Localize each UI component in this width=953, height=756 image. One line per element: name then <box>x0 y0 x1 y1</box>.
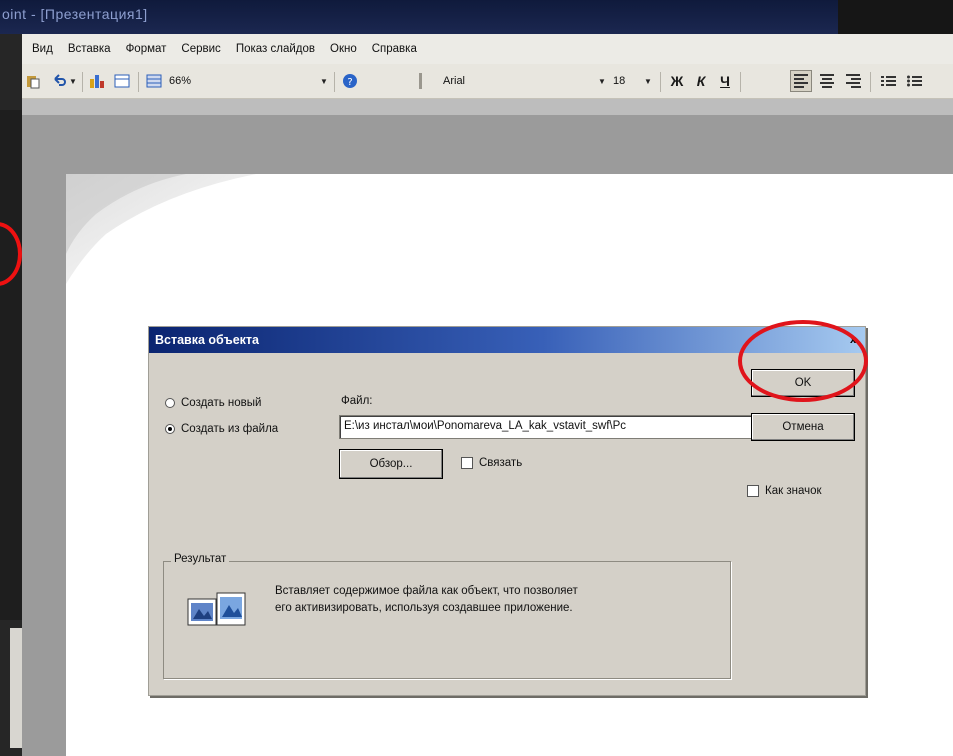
font-size-value: 18 <box>613 75 626 87</box>
title-bar: oint - [Презентация1] <box>0 0 953 34</box>
checkbox-box-icon <box>461 457 473 469</box>
title-bar-dark-corner <box>838 0 953 34</box>
font-name-value: Arial <box>443 75 466 87</box>
window-title: oint - [Презентация1] <box>2 6 148 22</box>
bold-button[interactable]: Ж <box>666 70 688 92</box>
checkbox-box-icon <box>747 485 759 497</box>
left-side-panel <box>0 110 22 620</box>
link-checkbox[interactable]: Связать <box>461 457 522 469</box>
as-icon-label: Как значок <box>765 485 822 497</box>
undo-dropdown-icon[interactable]: ▼ <box>68 70 78 92</box>
zoom-value: 66% <box>169 75 192 87</box>
browse-button[interactable]: Обзор... <box>339 449 443 479</box>
align-left-button[interactable] <box>790 70 812 92</box>
page-curl-decoration <box>66 174 256 284</box>
menu-format[interactable]: Формат <box>126 43 167 55</box>
file-label: Файл: <box>341 395 373 407</box>
object-file-icon <box>187 592 246 626</box>
red-highlight-ring <box>738 320 868 402</box>
result-line-1: Вставляет содержимое файла как объект, ч… <box>275 585 578 597</box>
align-right-button[interactable] <box>842 70 864 92</box>
font-name-dropdown-icon[interactable]: ▼ <box>596 70 608 92</box>
menu-slideshow[interactable]: Показ слайдов <box>236 43 315 55</box>
toolbar: ▼ 66% ▼ ? Arial ▼ 18 ▼ Ж К Ч <box>22 64 953 99</box>
menu-insert[interactable]: Вставка <box>68 43 111 55</box>
help-icon[interactable]: ? <box>340 70 360 92</box>
toolbar-separator <box>660 72 661 92</box>
font-name-combo[interactable]: Arial <box>440 71 600 91</box>
cancel-button[interactable]: Отмена <box>751 413 855 441</box>
radio-create-from-file[interactable]: Создать из файла <box>165 423 278 435</box>
toolbar-separator <box>138 72 139 92</box>
radio-create-new[interactable]: Создать новый <box>165 397 261 409</box>
italic-button[interactable]: К <box>690 70 712 92</box>
menu-bar: Вид Вставка Формат Сервис Показ слайдов … <box>22 34 953 64</box>
radio-circle-icon <box>165 398 175 408</box>
as-icon-checkbox[interactable]: Как значок <box>747 485 822 497</box>
toolbar-separator <box>870 72 871 92</box>
bullet-list-icon[interactable] <box>904 70 926 92</box>
zoom-dropdown-icon[interactable]: ▼ <box>318 70 330 92</box>
undo-icon[interactable] <box>50 70 68 92</box>
underline-button[interactable]: Ч <box>714 70 736 92</box>
menu-view[interactable]: Вид <box>32 43 53 55</box>
radio-create-from-file-label: Создать из файла <box>181 423 279 435</box>
font-size-dropdown-icon[interactable]: ▼ <box>642 70 654 92</box>
link-checkbox-label: Связать <box>479 457 523 469</box>
chart-icon[interactable] <box>88 70 108 92</box>
menu-window[interactable]: Окно <box>330 43 357 55</box>
toolbar-separator <box>334 72 335 92</box>
radio-selected-icon <box>165 424 175 434</box>
menu-tools[interactable]: Сервис <box>181 43 220 55</box>
grid-icon[interactable] <box>144 70 164 92</box>
align-center-button[interactable] <box>816 70 838 92</box>
toolbar-separator <box>82 72 83 92</box>
table-icon[interactable] <box>112 70 132 92</box>
toolbar-grip-icon[interactable] <box>416 70 426 92</box>
radio-create-new-label: Создать новый <box>181 397 262 409</box>
paste-icon[interactable] <box>24 70 42 92</box>
menu-help[interactable]: Справка <box>372 43 417 55</box>
zoom-combo[interactable]: 66% <box>166 71 262 91</box>
numbered-list-icon[interactable] <box>878 70 900 92</box>
font-size-combo[interactable]: 18 <box>610 71 640 91</box>
result-line-2: его активизировать, используя создавшее … <box>275 602 573 614</box>
svg-text:?: ? <box>347 77 352 88</box>
result-description: Вставляет содержимое файла как объект, ч… <box>275 583 578 617</box>
file-path-input[interactable]: E:\из инстал\мои\Ponomareva_LA_kak_vstav… <box>339 415 763 439</box>
dialog-title: Вставка объекта <box>155 333 260 347</box>
result-legend: Результат <box>171 553 230 565</box>
workspace-top-strip <box>22 99 953 115</box>
toolbar-separator <box>740 72 741 92</box>
